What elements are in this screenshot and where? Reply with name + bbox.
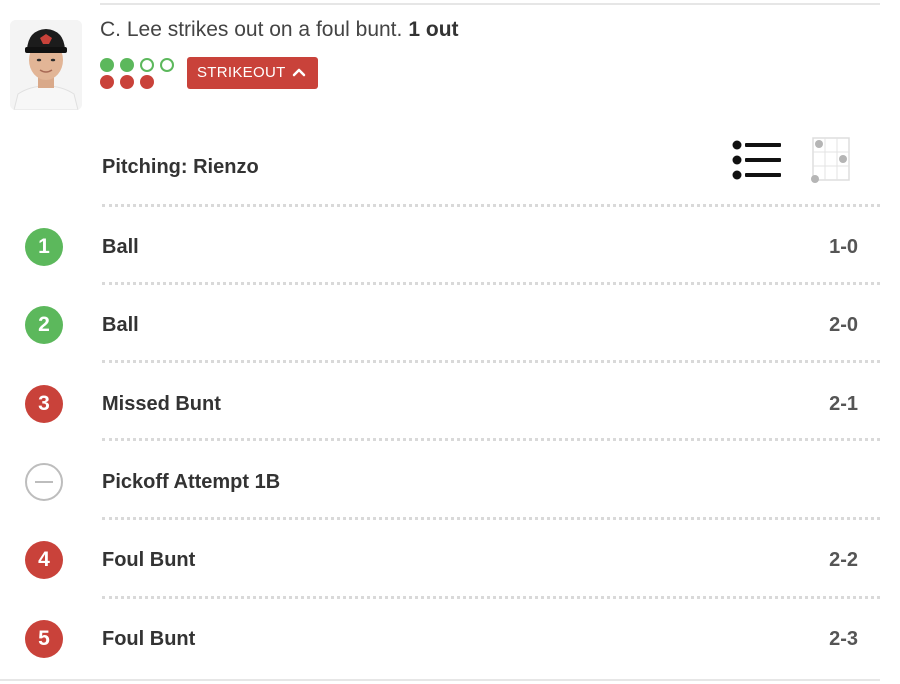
ball-dot bbox=[140, 58, 154, 72]
row-divider bbox=[102, 204, 880, 207]
strike-dot bbox=[100, 75, 114, 89]
row-divider bbox=[102, 438, 880, 441]
pitch-count: 2-1 bbox=[829, 393, 858, 415]
top-divider bbox=[100, 3, 880, 5]
row-divider bbox=[102, 517, 880, 520]
list-view-icon[interactable] bbox=[730, 138, 784, 184]
pitch-row: 2 Ball 2-0 bbox=[0, 294, 880, 354]
row-divider bbox=[102, 596, 880, 599]
strike-dot bbox=[120, 75, 134, 89]
ball-dot bbox=[100, 58, 114, 72]
pickoff-icon bbox=[25, 463, 63, 501]
ball-dot bbox=[160, 58, 174, 72]
row-divider bbox=[102, 360, 880, 363]
pitcher-label: Pitching: Rienzo bbox=[102, 156, 259, 178]
strike-zone-grid-icon[interactable] bbox=[808, 136, 854, 186]
chevron-up-icon bbox=[292, 57, 306, 89]
bottom-divider bbox=[0, 679, 880, 681]
pitch-number-badge: 2 bbox=[25, 306, 63, 344]
outs-count: 1 out bbox=[408, 18, 459, 41]
pitch-row: 5 Foul Bunt 2-3 bbox=[0, 608, 880, 668]
ball-strike-count bbox=[100, 56, 180, 92]
pitch-number-badge: 5 bbox=[25, 620, 63, 658]
ball-dot bbox=[120, 58, 134, 72]
batter-photo bbox=[10, 20, 82, 110]
pitch-row: Pickoff Attempt 1B bbox=[0, 451, 880, 511]
pitch-number-badge: 4 bbox=[25, 541, 63, 579]
strikeout-label: STRIKEOUT bbox=[197, 64, 286, 81]
pitch-description: Ball bbox=[102, 314, 139, 336]
pitch-description: Missed Bunt bbox=[102, 393, 221, 415]
pitch-count: 2-3 bbox=[829, 628, 858, 650]
row-divider bbox=[102, 282, 880, 285]
pitch-row: 4 Foul Bunt 2-2 bbox=[0, 529, 880, 589]
pitch-number-badge: 1 bbox=[25, 228, 63, 266]
pitch-description: Pickoff Attempt 1B bbox=[102, 471, 281, 493]
pitch-description: Foul Bunt bbox=[102, 628, 196, 650]
pitch-row: 1 Ball 1-0 bbox=[0, 216, 880, 276]
pitch-count: 2-0 bbox=[829, 314, 858, 336]
pitch-number-badge: 3 bbox=[25, 385, 63, 423]
play-headline: C. Lee strikes out on a foul bunt. 1 out bbox=[100, 18, 459, 42]
pitch-description: Foul Bunt bbox=[102, 549, 196, 571]
pitch-count: 1-0 bbox=[829, 236, 858, 258]
pitch-row: 3 Missed Bunt 2-1 bbox=[0, 373, 880, 433]
batter-avatar[interactable] bbox=[10, 20, 82, 110]
pitch-count: 2-2 bbox=[829, 549, 858, 571]
play-description: C. Lee strikes out on a foul bunt. bbox=[100, 18, 403, 41]
strike-dot bbox=[140, 75, 154, 89]
pitch-description: Ball bbox=[102, 236, 139, 258]
strikeout-toggle-button[interactable]: STRIKEOUT bbox=[187, 57, 318, 89]
